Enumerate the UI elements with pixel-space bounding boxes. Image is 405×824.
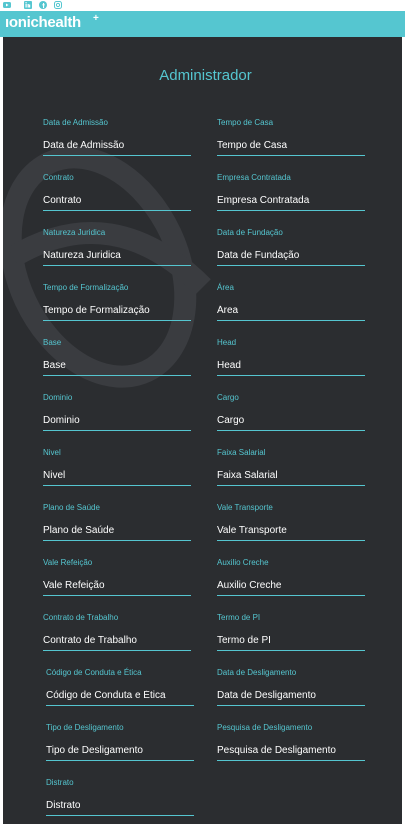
input-termo-de-pi[interactable] [217,634,365,651]
app-header: ıonichealth + [0,11,405,37]
label-dominio: Dominio [43,393,73,402]
input-vale-transporte[interactable] [217,524,365,541]
input-tempo-de-formalizacao[interactable] [43,304,191,321]
brand-plus-icon: + [93,13,99,24]
input-plano-de-saude[interactable] [43,524,191,541]
label-data-de-desligamento: Data de Desligamento [217,668,297,677]
input-contrato-de-trabalho[interactable] [43,634,191,651]
input-faixa-salarial[interactable] [217,469,365,486]
label-vale-refeicao: Vale Refeição [43,558,93,567]
linkedin-icon[interactable] [24,1,32,9]
label-codigo-de-conduta-e-etica: Código de Conduta e Ética [46,668,142,677]
input-data-de-admissao[interactable] [43,139,191,156]
input-distrato[interactable] [46,799,194,816]
label-auxilio-creche: Auxilio Creche [217,558,269,567]
input-dominio[interactable] [43,414,191,431]
label-base: Base [43,338,62,347]
input-pesquisa-de-desligamento[interactable] [217,744,365,761]
input-head[interactable] [217,359,365,376]
instagram-icon[interactable] [54,1,62,9]
label-data-de-admissao: Data de Admissão [43,118,108,127]
input-area[interactable] [217,304,365,321]
input-data-de-desligamento[interactable] [217,689,365,706]
brand-logo[interactable]: ıonichealth [5,14,81,31]
input-nivel[interactable] [43,469,191,486]
social-bar [0,0,405,11]
label-vale-transporte: Vale Transporte [217,503,273,512]
input-empresa-contratada[interactable] [217,194,365,211]
watermark-logo-icon [3,146,211,388]
label-area: Área [217,283,234,292]
label-empresa-contratada: Empresa Contratada [217,173,291,182]
label-contrato: Contrato [43,173,74,182]
input-codigo-de-conduta-e-etica[interactable] [46,689,194,706]
label-tempo-de-formalizacao: Tempo de Formalização [43,283,129,292]
label-nivel: Nivel [43,448,61,457]
input-natureza-juridica[interactable] [43,249,191,266]
input-auxilio-creche[interactable] [217,579,365,596]
youtube-icon[interactable] [3,1,11,9]
label-contrato-de-trabalho: Contrato de Trabalho [43,613,119,622]
input-tempo-de-casa[interactable] [217,139,365,156]
label-pesquisa-de-desligamento: Pesquisa de Desligamento [217,723,313,732]
label-plano-de-saude: Plano de Saúde [43,503,100,512]
facebook-icon[interactable] [39,1,47,9]
label-natureza-juridica: Natureza Juridica [43,228,106,237]
label-termo-de-pi: Termo de PI [217,613,261,622]
page-title: Administrador [159,67,252,84]
label-head: Head [217,338,237,347]
label-cargo: Cargo [217,393,239,402]
label-tempo-de-casa: Tempo de Casa [217,118,274,127]
input-data-de-fundacao[interactable] [217,249,365,266]
label-distrato: Distrato [46,778,74,787]
input-contrato[interactable] [43,194,191,211]
label-tipo-de-desligamento: Tipo de Desligamento [46,723,124,732]
input-tipo-de-desligamento[interactable] [46,744,194,761]
label-data-de-fundacao: Data de Fundação [217,228,283,237]
input-cargo[interactable] [217,414,365,431]
label-faixa-salarial: Faixa Salarial [217,448,266,457]
input-vale-refeicao[interactable] [43,579,191,596]
main-panel: Administrador Data de Admissão Tempo de C… [3,37,402,824]
input-base[interactable] [43,359,191,376]
